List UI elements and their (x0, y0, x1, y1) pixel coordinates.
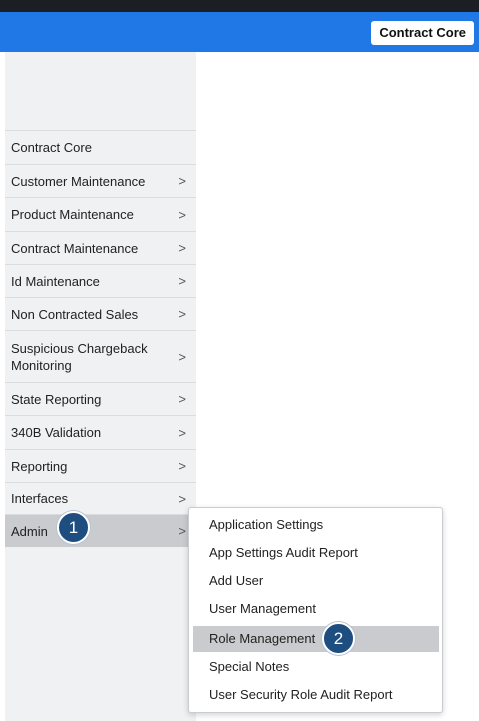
sidebar-item-contract-maintenance[interactable]: Contract Maintenance > (5, 231, 196, 264)
sidebar-item-label: Reporting (11, 458, 68, 474)
sidebar-item-label: Non Contracted Sales (11, 306, 139, 322)
chevron-right-icon: > (178, 458, 186, 474)
app-name-button[interactable]: Contract Core (371, 21, 474, 45)
admin-submenu: Application Settings App Settings Audit … (188, 507, 443, 713)
window-top-strip (0, 0, 479, 12)
sidebar-item-admin[interactable]: Admin > (5, 514, 196, 547)
step-marker-2: 2 (322, 622, 355, 655)
sidebar-item-label: 340B Validation (11, 425, 102, 440)
sidebar-item-customer-maintenance[interactable]: Customer Maintenance > (5, 164, 196, 197)
sidebar-item-product-maintenance[interactable]: Product Maintenance > (5, 197, 196, 231)
sidebar-item-label: Admin (11, 523, 48, 539)
chevron-right-icon: > (178, 491, 186, 506)
sidebar-item-label: Suspicious Chargeback Monitoring (11, 340, 148, 373)
chevron-right-icon: > (178, 349, 186, 364)
submenu-item-application-settings[interactable]: Application Settings (193, 512, 439, 538)
sidebar-item-label: State Reporting (11, 391, 102, 407)
submenu-item-app-settings-audit-report[interactable]: App Settings Audit Report (193, 540, 439, 566)
submenu-item-special-notes[interactable]: Special Notes (193, 654, 439, 680)
submenu-item-role-management[interactable]: Role Management (193, 626, 439, 652)
sidebar-menu-list: Contract Core Customer Maintenance > Pro… (5, 130, 196, 547)
sidebar-item-label: Contract Maintenance (11, 240, 139, 256)
sidebar-item-reporting[interactable]: Reporting > (5, 449, 196, 482)
sidebar-item-state-reporting[interactable]: State Reporting > (5, 382, 196, 415)
sidebar-item-label: Product Maintenance (11, 207, 134, 222)
chevron-right-icon: > (178, 306, 186, 322)
submenu-item-user-management[interactable]: User Management (193, 596, 439, 622)
chevron-right-icon: > (178, 425, 186, 440)
sidebar-item-non-contracted-sales[interactable]: Non Contracted Sales > (5, 297, 196, 330)
sidebar-item-label: Interfaces (11, 491, 69, 506)
chevron-right-icon: > (178, 240, 186, 256)
step-marker-1: 1 (57, 511, 90, 544)
sidebar-item-label: Contract Core (11, 140, 92, 155)
chevron-right-icon: > (178, 173, 186, 189)
sidebar-item-340b-validation[interactable]: 340B Validation > (5, 415, 196, 449)
submenu-item-user-security-role-audit-report[interactable]: User Security Role Audit Report (193, 682, 439, 708)
sidebar-item-label: Id Maintenance (11, 273, 100, 289)
chevron-right-icon: > (178, 523, 186, 539)
chevron-right-icon: > (178, 207, 186, 222)
app-header-bar: Contract Core (0, 12, 479, 52)
sidebar-item-suspicious-chargeback-monitoring[interactable]: Suspicious Chargeback Monitoring > (5, 330, 196, 382)
sidebar-item-id-maintenance[interactable]: Id Maintenance > (5, 264, 196, 297)
sidebar-nav: Contract Core Customer Maintenance > Pro… (5, 52, 196, 721)
chevron-right-icon: > (178, 273, 186, 289)
sidebar-item-label: Customer Maintenance (11, 173, 146, 189)
sidebar-item-contract-core[interactable]: Contract Core (5, 130, 196, 164)
chevron-right-icon: > (178, 391, 186, 407)
submenu-item-add-user[interactable]: Add User (193, 568, 439, 594)
sidebar-item-interfaces[interactable]: Interfaces > (5, 482, 196, 514)
